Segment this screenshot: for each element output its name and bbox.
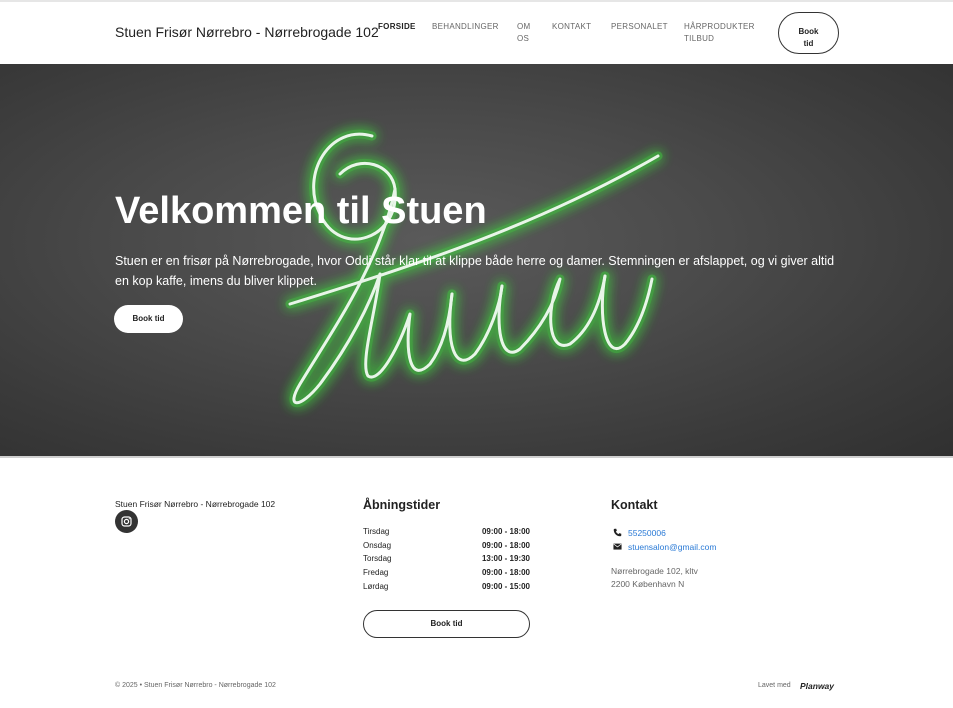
address-line: Nørrebrogade 102, kltv [611,566,698,576]
hours-row: Onsdag 09:00 - 18:00 [363,541,530,555]
nav-harprodukter-line1: HÅRPRODUKTER [684,22,755,31]
header-book-line1: Book [798,26,819,36]
instagram-icon[interactable] [115,510,138,533]
nav-harprodukter-tilbud[interactable]: HÅRPRODUKTER TILBUD [684,21,755,45]
hours-time: 09:00 - 18:00 [481,527,530,536]
address-line: 2200 København N [611,579,685,589]
hours-title: Åbningstider [363,498,441,512]
footer-book-button[interactable]: Book tid [363,610,530,638]
hours-day: Torsdag [363,554,392,564]
nav-om-os[interactable]: OM OS [517,21,531,45]
nav-om-os-line1: OM [517,22,531,31]
instagram-glyph [121,516,132,527]
header-book-button[interactable]: Book tid [778,12,839,54]
hours-day: Onsdag [363,540,392,550]
site-brand[interactable]: Stuen Frisør Nørrebro - Nørrebrogade 102 [115,24,379,40]
contact-address: Nørrebrogade 102, kltv 2200 København N [611,565,698,591]
hours-day: Tirsdag [363,527,390,536]
phone-icon [613,528,622,537]
copyright-text: © 2025 • Stuen Frisør Nørrebro - Nørrebr… [115,682,276,689]
contact-email-link[interactable]: stuensalon@gmail.com [628,542,716,552]
nav-behandlinger[interactable]: BEHANDLINGER [432,21,499,33]
site-header: Stuen Frisør Nørrebro - Nørrebrogade 102… [0,2,953,64]
footer-brand: Stuen Frisør Nørrebro - Nørrebrogade 102 [115,499,276,509]
envelope-icon [613,543,622,550]
hours-day: Fredag [363,568,389,578]
nav-forside[interactable]: FORSIDE [378,21,416,33]
hours-time: 13:00 - 19:30 [481,554,530,564]
hero-title: Velkommen til Stuen [115,190,487,232]
nav-kontakt[interactable]: KONTAKT [552,21,591,33]
header-book-line2: tid [803,38,814,48]
hero-book-button[interactable]: Book tid [114,305,183,333]
hours-time: 09:00 - 18:00 [481,568,530,578]
opening-hours-list: Tirsdag 09:00 - 18:00 Onsdag 09:00 - 18:… [363,527,530,595]
hours-row: Tirsdag 09:00 - 18:00 [363,527,530,541]
contact-phone-link[interactable]: 55250006 [628,528,666,538]
contact-title: Kontakt [611,498,658,512]
nav-personalet[interactable]: PERSONALET [611,21,668,33]
nav-om-os-line2: OS [517,34,530,43]
hero-divider [0,456,953,458]
nav-harprodukter-line2: TILBUD [684,34,715,43]
hours-time: 09:00 - 15:00 [481,581,530,591]
planway-logo[interactable]: Planway [800,681,834,691]
hours-row: Lørdag 09:00 - 15:00 [363,582,530,596]
hours-row: Torsdag 13:00 - 19:30 [363,554,530,568]
hours-time: 09:00 - 18:00 [481,540,530,550]
hours-day: Lørdag [363,581,389,591]
hero-description: Stuen er en frisør på Nørrebrogade, hvor… [115,254,835,288]
hours-row: Fredag 09:00 - 18:00 [363,568,530,582]
made-with-text: Lavet med [758,682,791,689]
